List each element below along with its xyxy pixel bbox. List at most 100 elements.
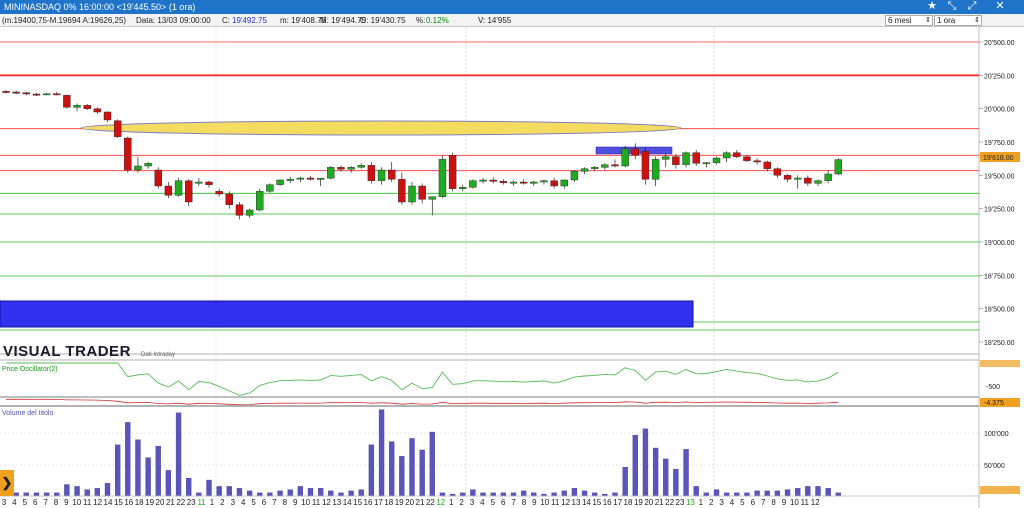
candle-body[interactable] — [276, 179, 284, 185]
candle-body[interactable] — [489, 179, 497, 182]
volume-bar[interactable] — [490, 492, 496, 497]
candle-body[interactable] — [794, 177, 802, 180]
candle-body[interactable] — [682, 152, 690, 165]
volume-bar[interactable] — [663, 458, 669, 497]
candle-body[interactable] — [418, 185, 426, 200]
volume-bar[interactable] — [348, 490, 354, 497]
volume-bar[interactable] — [368, 444, 375, 497]
close-icon[interactable]: ✕ — [990, 0, 1010, 14]
candle-body[interactable] — [296, 177, 305, 180]
volume-bar[interactable] — [673, 468, 679, 497]
candle-body[interactable] — [73, 105, 81, 108]
volume-bar[interactable] — [23, 492, 29, 497]
candle-body[interactable] — [83, 105, 91, 109]
volume-bar[interactable] — [135, 439, 141, 497]
candle-body[interactable] — [103, 111, 112, 121]
candle-body[interactable] — [591, 167, 599, 169]
candle-body[interactable] — [519, 181, 528, 184]
candle-body[interactable] — [2, 91, 10, 93]
volume-bar[interactable] — [297, 486, 304, 497]
volume-bar[interactable] — [592, 492, 598, 497]
volume-bar[interactable] — [246, 490, 253, 497]
candle-body[interactable] — [63, 95, 71, 108]
volume-bar[interactable] — [104, 483, 111, 497]
volume-bar[interactable] — [389, 441, 395, 497]
expand-icon[interactable]: ⤢ — [962, 0, 982, 14]
volume-bar[interactable] — [186, 477, 192, 497]
volume-bar[interactable] — [196, 492, 202, 497]
volume-bar[interactable] — [561, 490, 567, 497]
candle-body[interactable] — [184, 180, 193, 203]
volume-bar[interactable] — [460, 492, 466, 497]
volume-bar[interactable] — [784, 489, 791, 497]
candle-body[interactable] — [316, 178, 325, 180]
candle-body[interactable] — [42, 93, 51, 96]
volume-bar[interactable] — [115, 444, 121, 497]
volume-bar[interactable] — [267, 492, 273, 497]
scroll-left-button[interactable]: ❯ — [0, 470, 14, 496]
candle-body[interactable] — [560, 179, 568, 187]
candle-body[interactable] — [205, 181, 213, 185]
volume-bar[interactable] — [399, 456, 405, 497]
candle-body[interactable] — [601, 164, 609, 168]
volume-bar[interactable] — [510, 492, 517, 497]
candle-body[interactable] — [662, 156, 670, 160]
volume-bar[interactable] — [378, 409, 385, 497]
period-select[interactable]: 6 mesi ⇕ — [885, 15, 933, 26]
candle-body[interactable] — [621, 148, 629, 167]
candle-body[interactable] — [337, 167, 345, 170]
volume-bar[interactable] — [805, 486, 811, 497]
volume-bar[interactable] — [835, 492, 841, 497]
candle-body[interactable] — [357, 165, 365, 168]
candle-body[interactable] — [113, 120, 122, 137]
candle-body[interactable] — [509, 181, 518, 184]
chart-area[interactable]: 20'500.00 20'250.00 20'000.00 19'750.00 19'5… — [0, 27, 1024, 508]
candle-body[interactable] — [459, 187, 467, 189]
candle-body[interactable] — [53, 93, 61, 96]
volume-bar[interactable] — [257, 492, 263, 497]
candle-body[interactable] — [235, 204, 244, 216]
volume-bar[interactable] — [470, 489, 476, 497]
volume-bar[interactable] — [652, 447, 659, 497]
candle-body[interactable] — [641, 151, 650, 180]
candle-body[interactable] — [347, 167, 355, 170]
volume-bar[interactable] — [277, 490, 283, 497]
candle-body[interactable] — [783, 175, 792, 180]
candle-body[interactable] — [672, 156, 680, 165]
volume-bar[interactable] — [429, 431, 435, 497]
volume-bar[interactable] — [338, 492, 344, 497]
volume-bar[interactable] — [612, 492, 618, 497]
volume-bar[interactable] — [439, 492, 446, 497]
candle-body[interactable] — [286, 179, 294, 181]
candle-body[interactable] — [134, 165, 142, 171]
candle-body[interactable] — [32, 93, 41, 96]
volume-bar[interactable] — [409, 438, 415, 497]
volume-bar[interactable] — [551, 492, 557, 497]
volume-bar[interactable] — [724, 492, 730, 497]
candle-body[interactable] — [580, 168, 589, 172]
volume-bar[interactable] — [500, 492, 507, 497]
volume-bar[interactable] — [175, 412, 182, 497]
candle-body[interactable] — [631, 148, 639, 156]
candle-body[interactable] — [306, 177, 315, 180]
demand-zone-rectangle[interactable] — [0, 300, 694, 328]
candle-body[interactable] — [124, 137, 132, 171]
volume-bar[interactable] — [764, 490, 770, 497]
candle-body[interactable] — [154, 169, 162, 187]
candle-body[interactable] — [763, 161, 771, 169]
volume-bar[interactable] — [774, 490, 781, 497]
volume-bar[interactable] — [825, 488, 831, 497]
volume-bar[interactable] — [145, 457, 151, 497]
volume-bar[interactable] — [531, 492, 537, 497]
candle-body[interactable] — [722, 152, 731, 159]
candle-body[interactable] — [611, 164, 619, 167]
candle-body[interactable] — [550, 180, 558, 187]
candle-body[interactable] — [530, 181, 538, 184]
candle-body[interactable] — [225, 193, 234, 205]
volume-bar[interactable] — [94, 488, 100, 497]
volume-bar[interactable] — [622, 467, 628, 497]
volume-bar[interactable] — [571, 488, 578, 497]
candle-body[interactable] — [377, 169, 386, 181]
candle-body[interactable] — [743, 156, 751, 161]
volume-bar[interactable] — [734, 492, 740, 497]
